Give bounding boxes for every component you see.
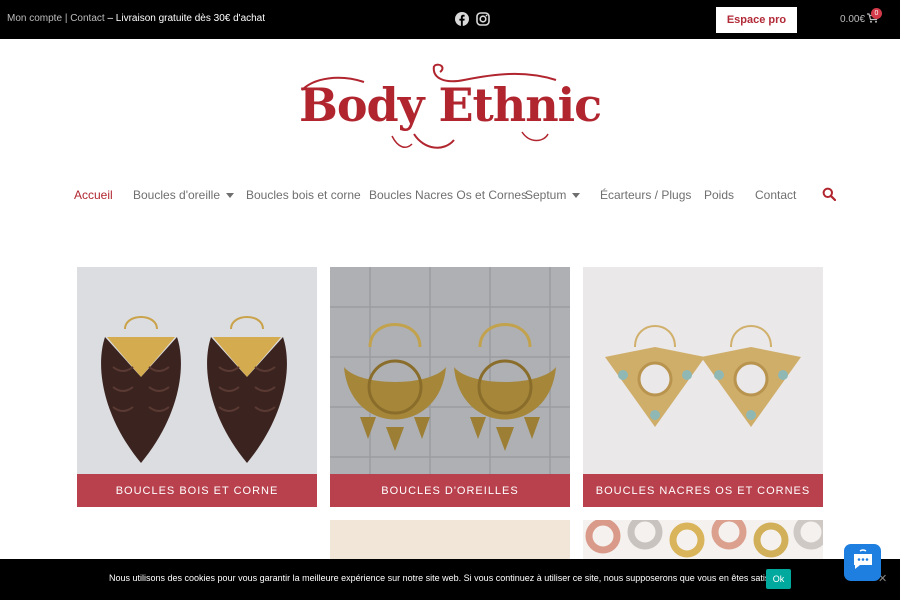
nav-item-label: Boucles Nacres Os et Cornes: [369, 188, 528, 202]
top-bar: Mon compte | Contact – Livraison gratuit…: [0, 0, 900, 39]
category-tile-boucles-oreilles[interactable]: BOUCLES D'OREILLES: [330, 267, 570, 507]
nav-item-septum[interactable]: Septum: [525, 188, 581, 202]
nav-item-boucles-nacres[interactable]: Boucles Nacres Os et Cornes: [369, 188, 527, 202]
facebook-icon[interactable]: [455, 12, 469, 26]
social-links: [455, 12, 490, 26]
site-logo[interactable]: Body Ethnic: [294, 60, 602, 155]
nav-item-ecarteurs[interactable]: Écarteurs / Plugs: [600, 188, 691, 202]
nav-item-label: Septum: [525, 188, 567, 202]
nav-item-label: Écarteurs / Plugs: [600, 188, 692, 202]
nav-item-label: Poids: [704, 188, 735, 202]
cookie-ok-button[interactable]: Ok: [766, 569, 791, 589]
nav-item-label: Boucles bois et corne: [246, 188, 361, 202]
shipping-note: Livraison gratuite dès 30€ d'achat: [115, 13, 266, 24]
nav-item-poids[interactable]: Poids: [704, 188, 734, 202]
chat-widget-button[interactable]: [844, 544, 881, 581]
cart-count-badge: 0: [871, 8, 882, 19]
category-tile-bois-corne[interactable]: BOUCLES BOIS ET CORNE: [77, 267, 317, 507]
category-label: BOUCLES NACRES OS ET CORNES: [583, 474, 823, 507]
instagram-icon[interactable]: [476, 12, 490, 26]
separator: |: [64, 13, 68, 24]
chevron-down-icon: [226, 192, 235, 198]
cookie-banner: Nous utilisons des cookies pour vous gar…: [0, 559, 900, 600]
dash: –: [107, 13, 114, 24]
nav-item-label: Accueil: [74, 188, 113, 202]
product-image: [77, 267, 317, 474]
category-tile-nacres-os-cornes[interactable]: BOUCLES NACRES OS ET CORNES: [583, 267, 823, 507]
product-image: [330, 267, 570, 474]
cart-total: 0.00€: [840, 14, 866, 25]
nav-item-boucles-bois-corne[interactable]: Boucles bois et corne: [246, 188, 361, 202]
category-label: BOUCLES D'OREILLES: [330, 474, 570, 507]
nav-item-label: Boucles d'oreille: [133, 188, 221, 202]
category-label: BOUCLES BOIS ET CORNE: [77, 474, 317, 507]
pro-space-button[interactable]: Espace pro: [716, 7, 797, 33]
main-nav: Accueil Boucles d'oreille Boucles bois e…: [0, 187, 900, 208]
nav-item-contact[interactable]: Contact: [755, 188, 796, 202]
nav-item-accueil[interactable]: Accueil: [74, 188, 113, 202]
search-icon[interactable]: [822, 187, 837, 202]
cart-link[interactable]: 0.00€ 0: [840, 8, 882, 26]
nav-item-label: Contact: [755, 188, 797, 202]
cookie-message: Nous utilisons des cookies pour vous gar…: [109, 573, 784, 583]
logo-text: Body Ethnic: [299, 78, 602, 132]
chat-icon: [851, 548, 875, 577]
account-link[interactable]: Mon compte: [7, 13, 62, 24]
nav-item-boucles-oreille[interactable]: Boucles d'oreille: [133, 188, 235, 202]
top-bar-links: Mon compte | Contact – Livraison gratuit…: [7, 13, 265, 24]
chevron-down-icon: [572, 192, 581, 198]
product-image: [583, 267, 823, 474]
contact-link[interactable]: Contact: [70, 13, 104, 24]
